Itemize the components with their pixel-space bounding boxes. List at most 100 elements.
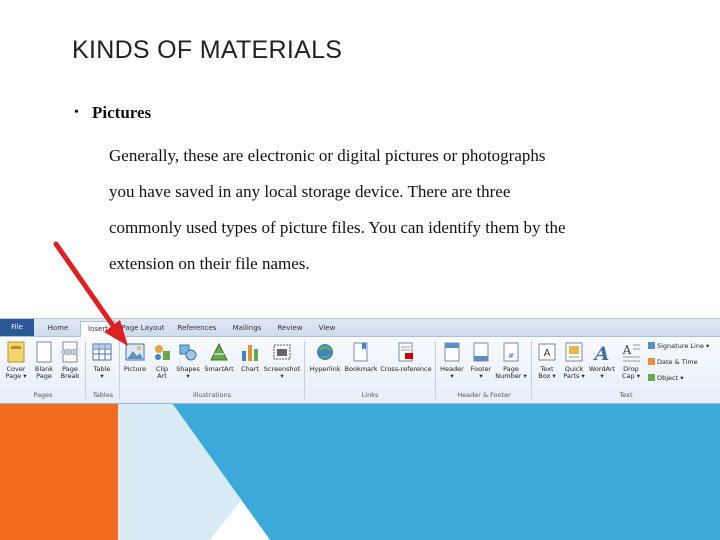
clip-art-button[interactable]: Clip Art [148, 341, 176, 380]
hyperlink-label: Hyperlink [309, 365, 341, 373]
footer-label-2: ▾ [479, 372, 483, 380]
date-time-label: Date & Time [657, 358, 698, 366]
ribbon-groups: Cover Page ▾ Blank Page Page Break Pages… [0, 337, 720, 403]
screenshot-label-2: ▾ [280, 372, 284, 380]
table-label-2: ▾ [100, 372, 104, 380]
text-box-button[interactable]: A Text Box ▾ [533, 341, 561, 380]
page-number-icon: # [503, 342, 519, 362]
blue-shape [170, 400, 720, 540]
paragraph-line: commonly used types of picture files. Yo… [109, 218, 566, 237]
wordart-button[interactable]: A WordArt ▾ [586, 341, 618, 380]
drop-cap-label-2: Cap ▾ [622, 372, 640, 380]
date-time-icon [648, 358, 655, 365]
bullet-heading: Pictures [92, 103, 152, 122]
picture-button[interactable]: Picture [121, 341, 149, 373]
bookmark-icon [353, 342, 368, 362]
page-number-label-2: Number ▾ [495, 372, 527, 380]
cross-reference-label: Cross-reference [380, 365, 432, 373]
object-label: Object ▾ [657, 374, 684, 382]
tab-view[interactable]: View [312, 321, 342, 336]
drop-cap-icon: A [622, 343, 640, 362]
cover-page-icon [7, 341, 25, 363]
header-button[interactable]: Header ▾ [437, 341, 467, 380]
shapes-button[interactable]: Shapes ▾ [174, 341, 202, 380]
picture-icon [125, 343, 145, 361]
table-button[interactable]: Table ▾ [88, 341, 116, 380]
description-paragraph: Generally, these are electronic or digit… [109, 138, 669, 282]
group-label-links: Links [361, 391, 379, 399]
page-number-button[interactable]: # Page Number ▾ [495, 341, 527, 380]
chart-button[interactable]: Chart [236, 341, 264, 373]
quick-parts-button[interactable]: Quick Parts ▾ [560, 341, 588, 380]
smartart-label: SmartArt [204, 365, 234, 373]
tab-page-layout[interactable]: Page Layout [118, 321, 168, 336]
quick-parts-icon [565, 342, 583, 362]
group-label-text: Text [619, 391, 633, 399]
smartart-icon [210, 342, 228, 361]
bookmark-label: Bookmark [344, 365, 378, 373]
object-button[interactable]: Object ▾ [648, 374, 684, 382]
text-box-icon: A [538, 343, 556, 361]
group-label-header-footer: Header & Footer [457, 391, 511, 399]
date-time-button[interactable]: Date & Time [648, 358, 698, 366]
table-icon [92, 343, 112, 361]
svg-text:#: # [508, 352, 514, 360]
tab-home[interactable]: Home [40, 321, 76, 336]
object-icon [648, 374, 655, 381]
paragraph-line: Generally, these are electronic or digit… [109, 146, 546, 165]
blank-page-icon [36, 341, 52, 363]
page-break-icon [61, 341, 79, 363]
blank-page-button[interactable]: Blank Page [30, 341, 58, 380]
cross-reference-icon [398, 342, 413, 362]
shapes-label-2: ▾ [186, 372, 190, 380]
smartart-button[interactable]: SmartArt [202, 341, 236, 373]
tab-insert[interactable]: Insert [80, 321, 116, 337]
tab-references[interactable]: References [172, 321, 222, 336]
signature-line-button[interactable]: Signature Line ▾ [648, 342, 709, 350]
group-label-pages: Pages [33, 391, 53, 399]
hyperlink-button[interactable]: Hyperlink [306, 341, 344, 373]
paragraph-line: extension on their file names. [109, 254, 310, 273]
clip-art-label-2: Art [157, 372, 167, 380]
bullet-item-pictures: • Pictures [74, 103, 151, 123]
header-icon [444, 342, 460, 362]
svg-text:A: A [544, 348, 551, 359]
wordart-label-2: ▾ [600, 372, 604, 380]
screenshot-icon [273, 344, 291, 360]
page-break-label-2: Break [60, 372, 80, 380]
clip-art-icon [155, 345, 170, 360]
text-box-label-2: Box ▾ [538, 372, 556, 380]
header-label-2: ▾ [450, 372, 454, 380]
cross-reference-button[interactable]: Cross-reference [380, 341, 432, 373]
bullet-icon: • [74, 105, 79, 120]
group-label-tables: Tables [92, 391, 114, 399]
footer-icon [473, 342, 489, 362]
chart-label: Chart [241, 365, 259, 373]
paragraph-line: you have saved in any local storage devi… [109, 182, 511, 201]
shapes-icon [179, 344, 197, 361]
group-label-illustrations: Illustrations [192, 391, 232, 399]
cover-page-label-2: Page ▾ [5, 372, 27, 380]
chart-icon [242, 345, 258, 361]
blank-page-label-2: Page [36, 372, 52, 380]
decorative-background-shapes [0, 400, 720, 540]
tab-review[interactable]: Review [272, 321, 308, 336]
drop-cap-button[interactable]: A Drop Cap ▾ [617, 341, 645, 380]
svg-text:A: A [593, 343, 610, 363]
slide-title: KINDS OF MATERIALS [72, 36, 343, 64]
cover-page-button[interactable]: Cover Page ▾ [2, 341, 30, 380]
svg-text:A: A [622, 343, 632, 357]
bookmark-button[interactable]: Bookmark [343, 341, 379, 373]
quick-parts-label-2: Parts ▾ [563, 372, 585, 380]
page-break-button[interactable]: Page Break [56, 341, 84, 380]
tab-file[interactable]: File [0, 319, 34, 336]
word-ribbon-screenshot: File Home Insert Page Layout References … [0, 318, 720, 404]
hyperlink-icon [317, 344, 333, 360]
signature-line-icon [648, 342, 655, 349]
picture-label: Picture [123, 365, 147, 373]
screenshot-button[interactable]: Screenshot ▾ [262, 341, 302, 380]
wordart-icon: A [593, 343, 610, 363]
ribbon-tab-bar: File Home Insert Page Layout References … [0, 319, 720, 337]
tab-mailings[interactable]: Mailings [226, 321, 268, 336]
footer-button[interactable]: Footer ▾ [466, 341, 496, 380]
